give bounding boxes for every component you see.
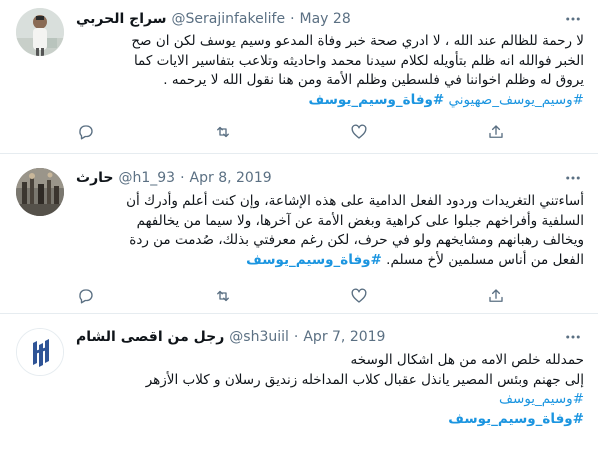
like-icon (351, 124, 367, 139)
like-button[interactable] (349, 286, 369, 306)
separator-dot: · (293, 329, 299, 345)
share-button[interactable] (486, 286, 506, 306)
tweet-text: حمدلله خلص الامه من هل اشكال الوسخه إلى … (76, 351, 584, 429)
tweet-1[interactable]: سراج الحربي @Serajinfakelife · May 28 لا… (0, 0, 598, 154)
retweet-button[interactable] (213, 286, 233, 306)
hashtag-line: #وفاة_وسيم_يوسف (76, 410, 584, 430)
tweet-3[interactable]: رجل من اقصى الشام @sh3uiil · Apr 7, 2019… (0, 314, 598, 460)
share-icon (489, 289, 503, 302)
tweet-date[interactable]: Apr 8, 2019 (190, 170, 272, 186)
share-button[interactable] (486, 122, 506, 142)
tweet-text-line: الخبر فوالله انه ظلم بتأويله لكلام سيدنا… (133, 52, 584, 69)
tweet-text-line: حمدلله خلص الامه من هل اشكال الوسخه (350, 352, 584, 368)
hashtag-link[interactable]: #وفاة_وسيم_يوسف (448, 411, 584, 427)
tweet-header: رجل من اقصى الشام @sh3uiil · Apr 7, 2019 (76, 327, 385, 347)
hashtag-line: #وسيم_يوسف_صهيوني #وفاة_وسيم_يوسف (76, 91, 585, 111)
retweet-button[interactable] (213, 122, 233, 142)
tweet-text-line: لا رحمة للظالم عند الله ، لا ادري صحة خب… (131, 33, 584, 49)
reply-button[interactable] (76, 286, 96, 306)
tweet-actions (76, 122, 506, 142)
hashtag-line: #وسيم_يوسف (76, 390, 584, 410)
tweet-text-line: الفعل من أناس مسلمين لأخ مسلم. #وفاة_وسي… (76, 251, 584, 271)
more-horizontal-icon (566, 17, 580, 21)
tweet-text-line: إلى جهنم وبئس المصير يانذل عقبال كلاب ال… (145, 371, 584, 388)
reply-icon (79, 289, 93, 304)
tweet-text: أساءتني التغريدات وردود الفعل الدامية عل… (76, 192, 584, 270)
tweet-header: حارث @h1_93 · Apr 8, 2019 (76, 168, 272, 188)
hashtag-link[interactable]: #وسيم_يوسف_صهيوني (449, 92, 584, 108)
avatar[interactable] (16, 8, 64, 56)
retweet-icon (216, 126, 229, 138)
tweet-2[interactable]: حارث @h1_93 · Apr 8, 2019 أساءتني التغري… (0, 154, 598, 314)
reply-icon (79, 125, 93, 140)
separator-dot: · (290, 11, 295, 27)
retweet-icon (216, 290, 229, 302)
hashtag-link[interactable]: #وسيم_يوسف (499, 391, 584, 407)
display-name[interactable]: رجل من اقصى الشام (76, 329, 224, 345)
reply-button[interactable] (76, 122, 96, 142)
like-button[interactable] (349, 122, 369, 142)
display-name[interactable]: سراج الحربي (76, 11, 167, 27)
hashtag-link[interactable]: #وفاة_وسيم_يوسف (309, 92, 445, 108)
tweet-text-line: ويخالف رهبانهم ومشايخهم ولو في حرف، لكن … (129, 232, 584, 248)
more-horizontal-icon (566, 176, 580, 180)
tweet-date[interactable]: May 28 (300, 11, 351, 27)
handle[interactable]: @h1_93 (118, 170, 175, 186)
tweet-text: لا رحمة للظالم عند الله ، لا ادري صحة خب… (76, 32, 584, 110)
avatar[interactable] (16, 168, 64, 216)
handle[interactable]: @sh3uiil (229, 329, 289, 345)
separator-dot: · (180, 170, 185, 186)
handle[interactable]: @Serajinfakelife (172, 11, 286, 27)
tweet-actions (76, 286, 506, 306)
hashtag-link[interactable]: #وفاة_وسيم_يوسف (246, 252, 382, 268)
share-icon (489, 125, 503, 138)
tweet-text-fragment: الفعل من أناس مسلمين لأخ مسلم. (386, 251, 584, 268)
tweet-text-line: السلفية وأفراخهم جبلوا على كراهية وبغض ا… (136, 212, 584, 229)
tweet-text-line: يروق له وظلم اخواننا في فلسطين وظلم الأم… (163, 72, 584, 88)
more-options-button[interactable] (562, 327, 584, 347)
more-options-button[interactable] (562, 168, 584, 188)
more-horizontal-icon (566, 335, 580, 339)
tweet-text-line: أساءتني التغريدات وردود الفعل الدامية عل… (126, 193, 584, 209)
like-icon (351, 288, 367, 303)
avatar[interactable] (16, 328, 64, 376)
more-options-button[interactable] (562, 9, 584, 29)
tweet-date[interactable]: Apr 7, 2019 (303, 329, 385, 345)
display-name[interactable]: حارث (76, 170, 113, 186)
tweet-header: سراج الحربي @Serajinfakelife · May 28 (76, 9, 351, 29)
